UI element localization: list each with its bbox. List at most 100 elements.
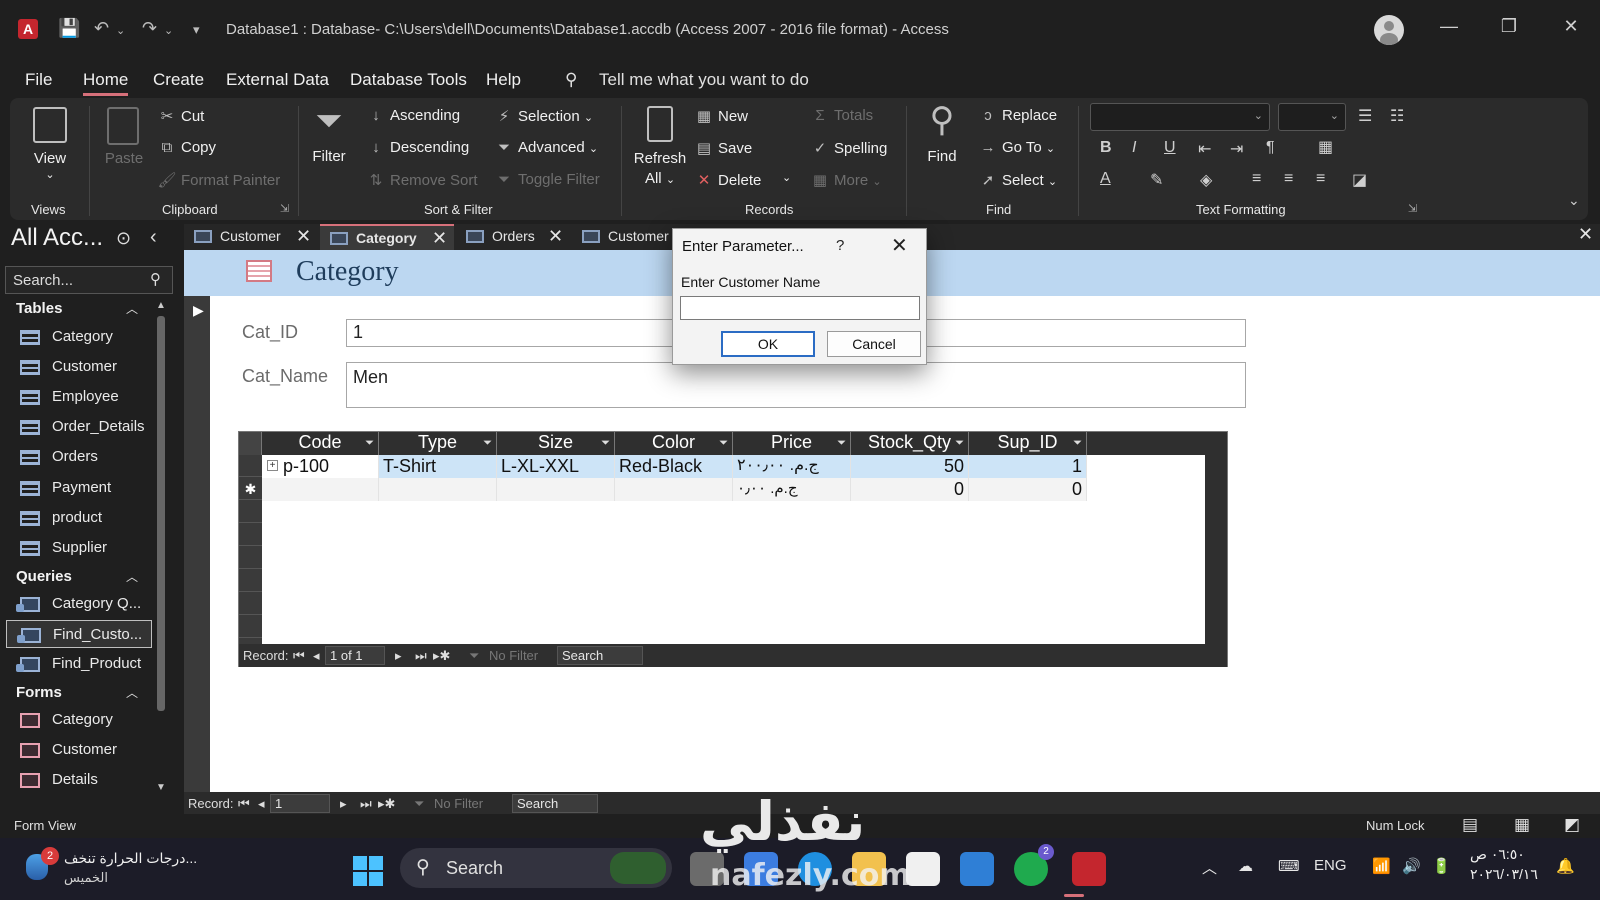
nav-section-tables[interactable]: Tables xyxy=(16,300,62,317)
cell-stock-qty[interactable]: 50 xyxy=(851,455,969,478)
col-header-stock-qty[interactable]: Stock_Qty ⏷ xyxy=(851,432,969,455)
nav-pane-title[interactable]: All Acc... xyxy=(11,224,103,252)
copy-button[interactable]: ⧉ Copy xyxy=(157,139,216,156)
expand-plus-icon[interactable]: + xyxy=(267,460,278,471)
gridlines-icon[interactable]: ▦ xyxy=(1318,137,1333,157)
advanced-button[interactable]: ⏷ Advanced ⌄ xyxy=(494,139,598,156)
alternate-row-color-icon[interactable]: ◪ xyxy=(1352,170,1367,190)
tab-create[interactable]: Create xyxy=(153,70,204,90)
cell-color[interactable]: Red-Black xyxy=(615,455,733,478)
col-header-type[interactable]: Type ⏷ xyxy=(379,432,497,455)
language-indicator[interactable]: ENG xyxy=(1314,857,1347,874)
last-record-icon[interactable]: ⏭ xyxy=(360,796,372,812)
new-record-row-selector[interactable]: ✱ xyxy=(239,478,262,500)
close-tab-icon[interactable]: ✕ xyxy=(432,228,447,249)
col-header-color[interactable]: Color ⏷ xyxy=(615,432,733,455)
tab-database-tools[interactable]: Database Tools xyxy=(350,70,467,90)
filter-arrow-icon[interactable]: ⏷ xyxy=(1073,437,1082,450)
current-record-box[interactable]: 1 xyxy=(270,794,330,813)
goto-button[interactable]: → Go To ⌄ xyxy=(978,139,1056,156)
refresh-all-button[interactable]: Refresh xyxy=(632,150,688,167)
customize-qat-icon[interactable]: ▾ xyxy=(193,22,200,38)
nav-table-customer[interactable]: Customer xyxy=(6,353,152,381)
shutter-bar-close-icon[interactable]: ‹ xyxy=(150,226,157,249)
cell-sup-id[interactable]: 0 xyxy=(969,478,1087,501)
nav-query-find-customer[interactable]: Find_Custo... xyxy=(6,620,152,648)
ok-button[interactable]: OK xyxy=(721,331,815,357)
view-button[interactable]: View xyxy=(32,150,68,167)
cell-sup-id[interactable]: 1 xyxy=(969,455,1087,478)
doctab-orders[interactable]: Orders ✕ xyxy=(456,224,570,250)
account-avatar[interactable] xyxy=(1374,15,1404,45)
align-left-icon[interactable]: ≡ xyxy=(1252,170,1261,188)
nav-table-payment[interactable]: Payment xyxy=(6,474,152,502)
nav-table-order-details[interactable]: Order_Details xyxy=(6,413,152,441)
paste-icon[interactable] xyxy=(107,107,139,145)
refresh-all-label[interactable]: All ⌄ xyxy=(640,170,680,187)
tab-home[interactable]: Home xyxy=(83,70,129,96)
nav-menu-dropdown-icon[interactable]: ⊙ xyxy=(116,228,131,249)
bullets-icon[interactable]: ☰ xyxy=(1358,106,1372,126)
keyboard-icon[interactable]: ⌨ xyxy=(1278,857,1300,875)
cell-stock-qty[interactable]: 0 xyxy=(851,478,969,501)
collapse-ribbon-icon[interactable]: ⌄ xyxy=(1568,192,1580,209)
cell-type[interactable] xyxy=(379,478,497,501)
paste-button[interactable]: Paste xyxy=(102,150,146,167)
bold-icon[interactable]: B xyxy=(1100,139,1112,157)
no-filter-icon[interactable]: ⏷ xyxy=(414,796,424,812)
last-record-icon[interactable]: ⏭ xyxy=(415,648,427,664)
nav-table-orders[interactable]: Orders xyxy=(6,443,152,471)
close-window-icon[interactable]: ✕ xyxy=(1556,16,1586,37)
col-header-sup-id[interactable]: Sup_ID ⏷ xyxy=(969,432,1087,455)
row-selector[interactable] xyxy=(239,570,262,592)
volume-icon[interactable]: 🔊 xyxy=(1402,857,1421,875)
nav-table-supplier[interactable]: Supplier xyxy=(6,534,152,562)
col-header-code[interactable]: Code ⏷ xyxy=(262,432,379,455)
save-record-button[interactable]: ▤ Save xyxy=(694,139,752,157)
nav-scrollbar-thumb[interactable] xyxy=(157,316,165,711)
help-icon[interactable]: ? xyxy=(836,237,844,254)
col-header-size[interactable]: Size ⏷ xyxy=(497,432,615,455)
scroll-down-icon[interactable]: ▼ xyxy=(156,782,166,793)
notifications-icon[interactable]: 🔔 xyxy=(1556,857,1575,875)
row-selector[interactable] xyxy=(239,501,262,523)
text-formatting-launcher-icon[interactable]: ⇲ xyxy=(1408,202,1417,215)
filter-arrow-icon[interactable]: ⏷ xyxy=(719,437,728,450)
tab-help[interactable]: Help xyxy=(486,70,521,90)
restore-icon[interactable]: ❐ xyxy=(1494,16,1524,37)
close-tab-icon[interactable]: ✕ xyxy=(548,226,563,247)
filter-arrow-icon[interactable]: ⏷ xyxy=(601,437,610,450)
taskbar-search-box[interactable]: ⚲ Search xyxy=(400,848,672,888)
access-taskbar-icon[interactable] xyxy=(1072,852,1106,886)
undo-dropdown-icon[interactable]: ⌄ xyxy=(116,24,125,37)
replace-button[interactable]: ↄ Replace xyxy=(978,107,1057,124)
nav-table-category[interactable]: Category xyxy=(6,323,152,351)
nav-form-category[interactable]: Category xyxy=(6,706,152,734)
cancel-button[interactable]: Cancel xyxy=(827,331,921,357)
form-search-box[interactable]: Search xyxy=(512,794,598,813)
nav-query-category[interactable]: Category Q... xyxy=(6,590,152,618)
windows-start-icon[interactable] xyxy=(353,856,383,886)
battery-icon[interactable]: 🔋 xyxy=(1432,857,1451,875)
clipboard-launcher-icon[interactable]: ⇲ xyxy=(280,202,289,215)
select-button[interactable]: ➚ Select ⌄ xyxy=(978,171,1057,189)
collapse-queries-icon[interactable]: ︿ xyxy=(126,568,138,585)
current-record-box[interactable]: 1 of 1 xyxy=(325,646,385,665)
font-color-icon[interactable]: A xyxy=(1100,170,1111,188)
view-icon[interactable] xyxy=(33,107,67,143)
refresh-icon[interactable] xyxy=(647,106,673,142)
wifi-icon[interactable]: 📶 xyxy=(1372,857,1391,875)
toggle-filter-button[interactable]: ⏷ Toggle Filter xyxy=(494,171,600,188)
clock-date[interactable]: ٢٠٢٦/٠٣/١٦ xyxy=(1470,866,1538,883)
design-view-icon[interactable]: ◩ xyxy=(1564,815,1580,835)
cell-color[interactable] xyxy=(615,478,733,501)
chevron-up-icon[interactable]: ︿ xyxy=(1202,857,1217,878)
nav-query-find-product[interactable]: Find_Product xyxy=(6,650,152,678)
row-selector[interactable] xyxy=(239,547,262,569)
find-magnifier-icon[interactable]: ⚲ xyxy=(924,100,960,140)
row-selector[interactable] xyxy=(239,524,262,546)
numbering-icon[interactable]: ☷ xyxy=(1390,106,1404,126)
doctab-customer[interactable]: Customer ✕ xyxy=(184,224,318,250)
nav-form-customer[interactable]: Customer xyxy=(6,736,152,764)
save-icon[interactable]: 💾 xyxy=(58,18,80,39)
